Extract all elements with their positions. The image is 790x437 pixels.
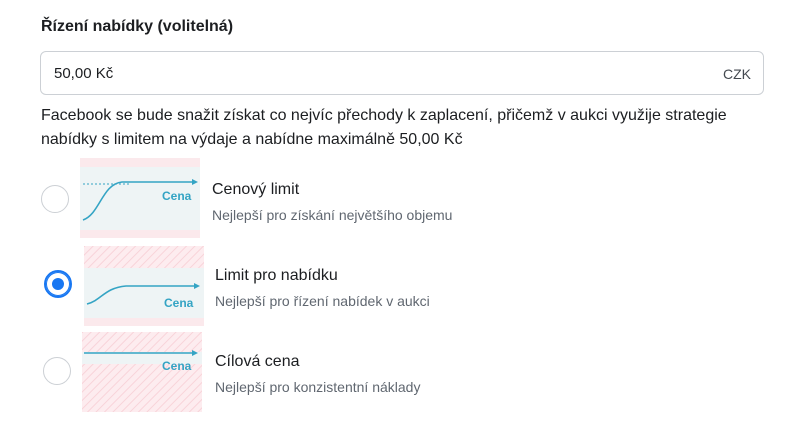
graph-label: Cena <box>162 189 192 203</box>
radio-cost-cap[interactable] <box>41 185 69 213</box>
option-cost-cap[interactable]: Cena Cenový limit Nejlepší pro získání n… <box>0 158 790 244</box>
option-title: Limit pro nabídku <box>215 267 338 284</box>
graph-label: Cena <box>164 296 194 310</box>
cost-cap-graph: Cena <box>80 158 200 238</box>
radio-selected-dot <box>52 278 64 290</box>
section-title: Řízení nabídky (volitelná) <box>41 18 234 35</box>
bid-description: Facebook se bude snažit získat co nejvíc… <box>41 107 727 148</box>
bid-amount-value[interactable]: 50,00 Kč <box>54 65 113 82</box>
bid-cap-graph-svg: Cena <box>84 246 204 326</box>
radio-target-cost[interactable] <box>43 357 71 385</box>
radio-bid-cap[interactable] <box>44 270 72 298</box>
option-title: Cenový limit <box>212 181 300 198</box>
target-cost-graph-svg: Cena <box>82 332 202 412</box>
bid-cap-graph: Cena <box>84 246 204 326</box>
option-bid-cap[interactable]: Cena Limit pro nabídku Nejlepší pro říze… <box>0 244 790 330</box>
currency-label: CZK <box>723 66 751 82</box>
option-subtitle: Nejlepší pro řízení nabídek v aukci <box>215 293 430 309</box>
cost-cap-graph-svg: Cena <box>80 158 200 238</box>
target-cost-graph: Cena <box>82 332 202 412</box>
option-title: Cílová cena <box>215 353 300 370</box>
option-target-cost[interactable]: Cena Cílová cena Nejlepší pro konzistent… <box>0 330 790 416</box>
bid-amount-input[interactable]: 50,00 Kč CZK <box>40 51 764 95</box>
option-subtitle: Nejlepší pro konzistentní náklady <box>215 379 421 395</box>
graph-label: Cena <box>162 359 192 373</box>
option-subtitle: Nejlepší pro získání největšího objemu <box>212 207 453 223</box>
